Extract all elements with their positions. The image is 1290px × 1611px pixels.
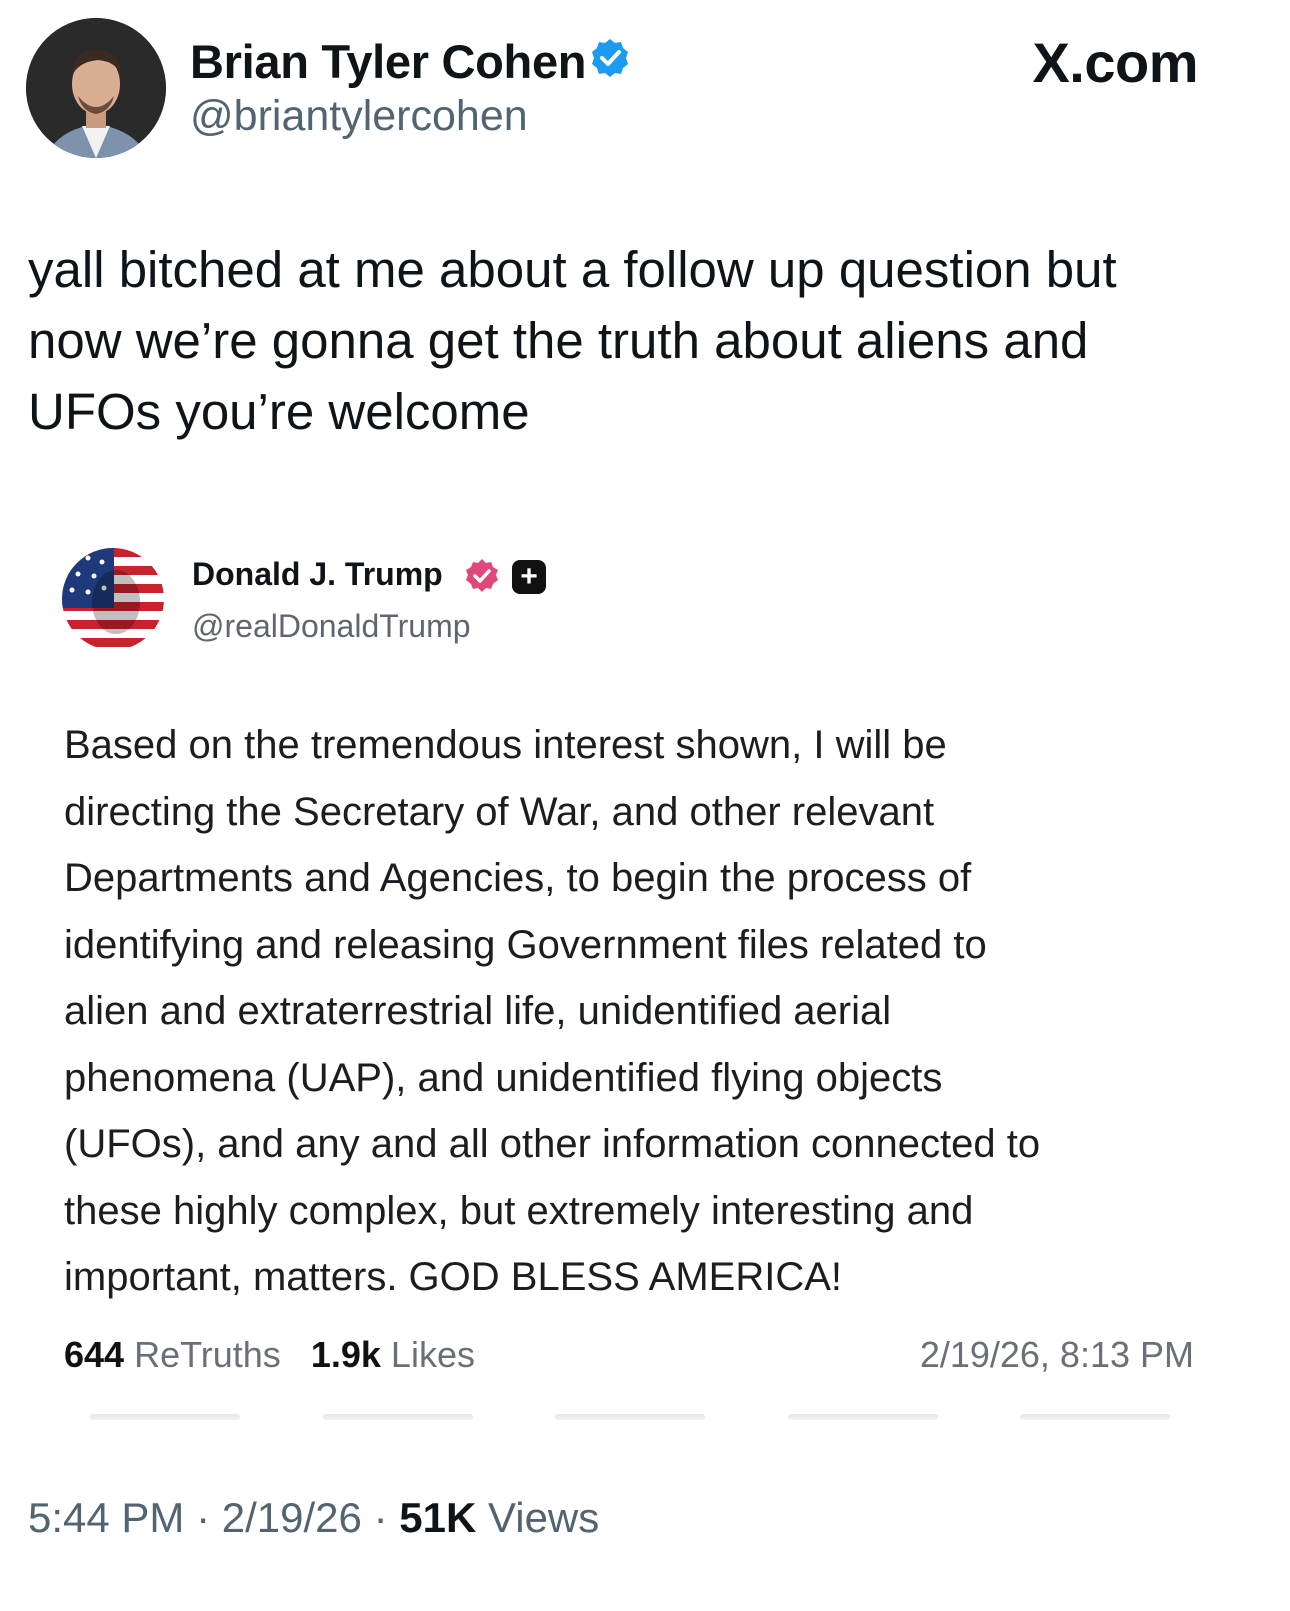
tweet-text: yall bitched at me about a follow up que… bbox=[28, 241, 1117, 440]
retruths-count: 644 bbox=[64, 1334, 125, 1375]
embedded-plus-badge-icon: + bbox=[512, 560, 546, 594]
tweet-date[interactable]: 2/19/26 bbox=[222, 1494, 362, 1541]
embedded-action-bookmark[interactable] bbox=[787, 1414, 938, 1420]
embedded-action-reply[interactable] bbox=[90, 1414, 240, 1420]
meta-separator: · bbox=[373, 1494, 388, 1541]
views-label: Views bbox=[487, 1494, 600, 1541]
embedded-action-like[interactable] bbox=[555, 1414, 705, 1420]
author-avatar[interactable] bbox=[26, 18, 166, 158]
author-name[interactable]: Brian Tyler Cohen bbox=[190, 34, 587, 89]
meta-separator: · bbox=[196, 1494, 211, 1541]
embedded-verified-badge-icon bbox=[466, 559, 498, 592]
tweet-time[interactable]: 5:44 PM bbox=[28, 1494, 184, 1541]
tweet-meta: 5:44 PM · 2/19/26 · 51K Views bbox=[28, 1494, 599, 1542]
embedded-post-avatar[interactable] bbox=[62, 548, 164, 650]
embedded-action-retruth[interactable] bbox=[322, 1414, 473, 1420]
site-logo: X.com bbox=[1032, 31, 1198, 94]
embedded-post-date: 2/19/26, 8:13 PM bbox=[919, 1334, 1194, 1375]
embedded-post-action-bar bbox=[90, 1414, 1170, 1422]
retruths-label: ReTruths bbox=[134, 1334, 281, 1375]
embedded-post-author-handle[interactable]: @realDonaldTrump bbox=[192, 608, 471, 645]
verified-badge-icon bbox=[592, 39, 628, 77]
embedded-action-share[interactable] bbox=[1020, 1414, 1170, 1420]
embedded-post-stats: 644 ReTruths 1.9k Likes bbox=[64, 1334, 475, 1376]
embedded-post-author-name[interactable]: Donald J. Trump bbox=[192, 556, 443, 593]
likes-label: Likes bbox=[390, 1334, 475, 1375]
embedded-post-text: Based on the tremendous interest shown, … bbox=[64, 723, 1041, 1299]
author-handle[interactable]: @briantylercohen bbox=[190, 92, 528, 141]
likes-count: 1.9k bbox=[310, 1334, 381, 1375]
views-count: 51K bbox=[399, 1494, 477, 1541]
